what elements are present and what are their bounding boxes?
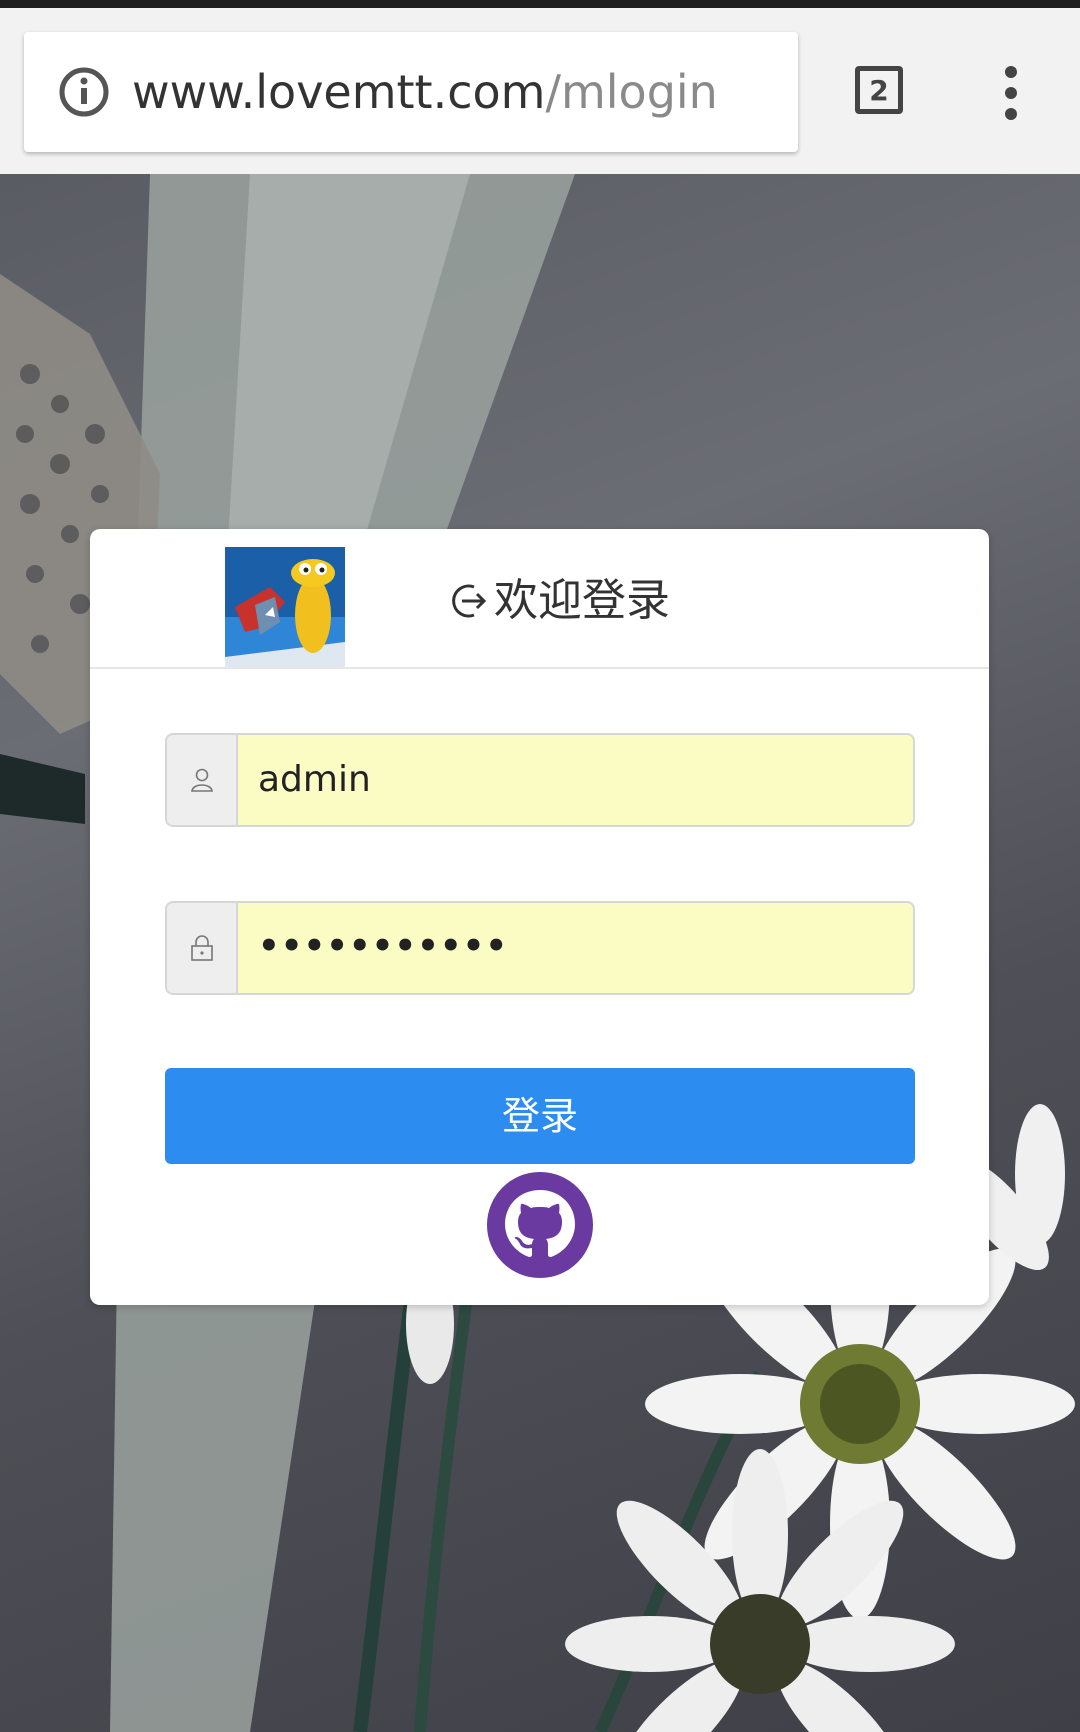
- login-card: 欢迎登录 admin ••••••••••• 登录: [90, 529, 989, 1305]
- kebab-menu-icon[interactable]: [996, 66, 1026, 126]
- password-input[interactable]: •••••••••••: [258, 903, 508, 993]
- username-addon: [167, 735, 238, 825]
- app-avatar: [225, 547, 345, 667]
- password-addon: [167, 903, 238, 993]
- tab-switcher-button[interactable]: 2: [855, 66, 903, 114]
- page-title: 欢迎登录: [452, 571, 670, 631]
- page: www.lovemtt.com/mlogin 2 欢迎登录 admin ••••…: [0, 0, 1080, 1732]
- card-header: 欢迎登录: [90, 529, 989, 669]
- url-path: /mlogin: [545, 65, 718, 119]
- status-strip: [0, 0, 1080, 8]
- lock-icon: [190, 935, 213, 961]
- login-arrow-icon: [452, 584, 487, 618]
- password-field[interactable]: •••••••••••: [165, 901, 915, 995]
- address-bar[interactable]: www.lovemtt.com/mlogin: [24, 32, 798, 152]
- github-icon[interactable]: [487, 1172, 593, 1278]
- browser-toolbar: www.lovemtt.com/mlogin 2: [0, 8, 1080, 174]
- username-field[interactable]: admin: [165, 733, 915, 827]
- user-icon: [190, 768, 213, 792]
- url-text[interactable]: www.lovemtt.com/mlogin: [132, 56, 718, 128]
- url-domain: www.lovemtt.com: [132, 65, 546, 119]
- title-text: 欢迎登录: [494, 575, 670, 626]
- info-icon[interactable]: [58, 66, 110, 118]
- login-button[interactable]: 登录: [165, 1068, 915, 1164]
- username-input[interactable]: admin: [258, 735, 371, 825]
